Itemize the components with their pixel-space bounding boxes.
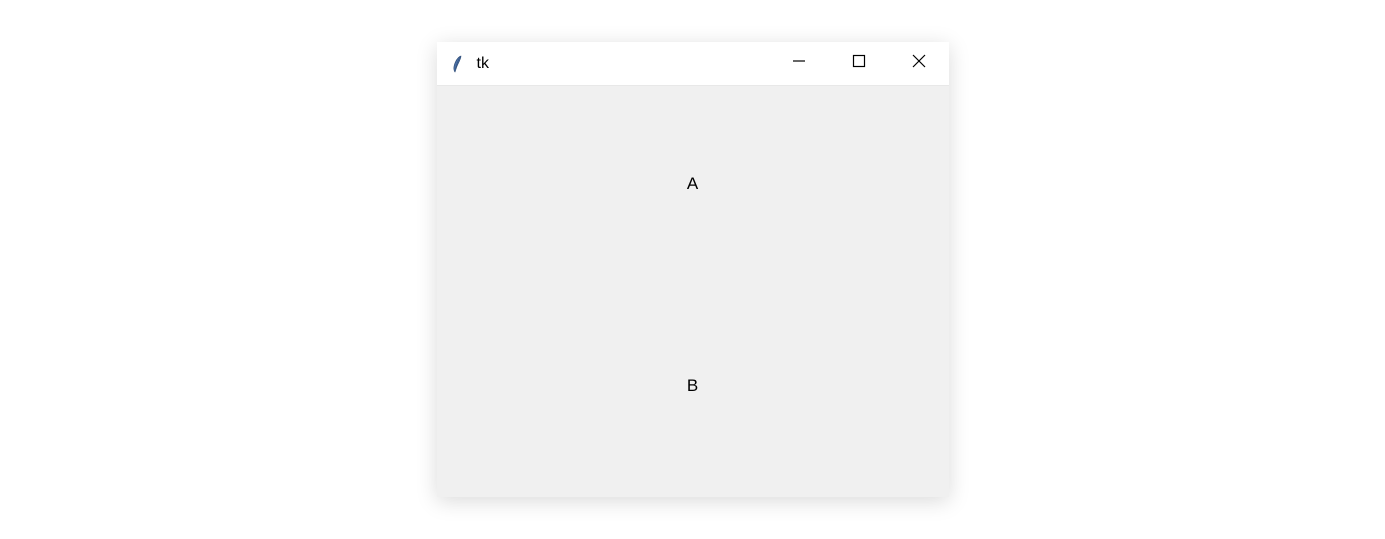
label-b: B bbox=[687, 376, 698, 396]
maximize-icon bbox=[852, 54, 866, 73]
app-window: tk bbox=[437, 42, 949, 497]
client-area: A B bbox=[437, 86, 949, 497]
maximize-button[interactable] bbox=[829, 42, 889, 85]
label-a: A bbox=[687, 174, 698, 194]
window-controls bbox=[769, 42, 949, 85]
feather-icon bbox=[449, 55, 467, 73]
window-title: tk bbox=[477, 55, 769, 73]
minimize-icon bbox=[792, 54, 806, 73]
close-icon bbox=[912, 54, 926, 73]
close-button[interactable] bbox=[889, 42, 949, 85]
minimize-button[interactable] bbox=[769, 42, 829, 85]
titlebar: tk bbox=[437, 42, 949, 86]
